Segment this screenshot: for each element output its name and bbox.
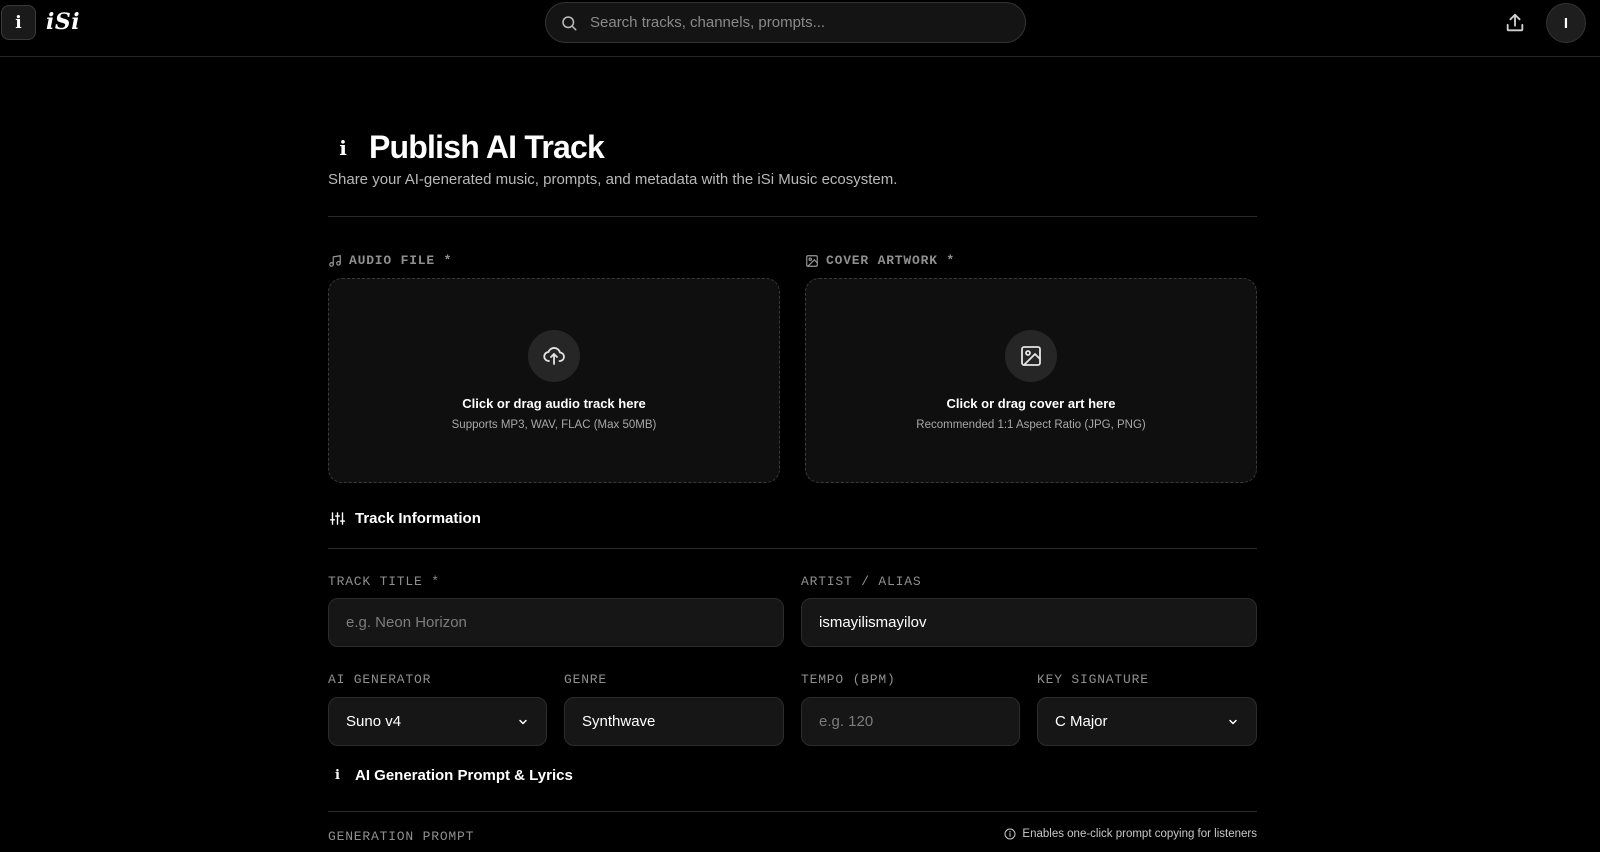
image-icon [806, 254, 818, 267]
artist-label: ARTIST / ALIAS [801, 574, 922, 589]
cover-dropzone-title: Click or drag cover art here [946, 396, 1116, 411]
logo-icon[interactable]: i [1, 5, 36, 40]
track-title-input[interactable] [346, 614, 766, 631]
genre-field[interactable]: Synthwave [564, 697, 784, 746]
info-icon [1004, 828, 1016, 840]
brand-i-icon: i [335, 768, 340, 783]
key-signature-select[interactable]: C Major [1037, 697, 1257, 746]
cover-artwork-label: COVER ARTWORK * [805, 253, 955, 268]
ai-generator-select[interactable]: Suno v4 [328, 697, 547, 746]
key-signature-label: KEY SIGNATURE [1037, 672, 1149, 687]
tempo-input[interactable] [819, 713, 1002, 730]
audio-dropzone-subtitle: Supports MP3, WAV, FLAC (Max 50MB) [451, 419, 657, 431]
track-info-heading: Track Information [330, 510, 481, 527]
key-signature-value: C Major [1055, 713, 1108, 730]
artist-field[interactable]: ismayilismayilov [801, 598, 1257, 647]
audio-dropzone[interactable]: Click or drag audio track here Supports … [328, 278, 780, 483]
cover-dropzone[interactable]: Click or drag cover art here Recommended… [805, 278, 1257, 483]
genre-label: GENRE [564, 672, 608, 687]
artist-value: ismayilismayilov [819, 614, 927, 631]
upload-icon [1506, 13, 1524, 32]
cloud-upload-icon [528, 330, 580, 382]
chevron-down-icon [1229, 719, 1237, 724]
prompt-hint: Enables one-click prompt copying for lis… [1004, 828, 1257, 840]
search-icon [562, 15, 577, 30]
logo-text[interactable]: iSi [46, 9, 80, 35]
cover-dropzone-subtitle: Recommended 1:1 Aspect Ratio (JPG, PNG) [916, 419, 1146, 431]
divider [328, 216, 1257, 217]
upload-button[interactable] [1500, 8, 1530, 38]
divider [328, 811, 1257, 812]
image-upload-icon [1005, 330, 1057, 382]
ai-generator-label: AI GENERATOR [328, 672, 432, 687]
chevron-down-icon [519, 719, 527, 724]
audio-dropzone-title: Click or drag audio track here [462, 396, 646, 411]
top-bar: i iSi I [0, 0, 1600, 57]
search-bar[interactable] [545, 2, 1026, 43]
page-subtitle: Share your AI-generated music, prompts, … [328, 171, 898, 188]
genre-value: Synthwave [582, 713, 656, 730]
music-note-icon [329, 254, 341, 267]
track-title-field[interactable] [328, 598, 784, 647]
track-title-label: TRACK TITLE * [328, 574, 440, 589]
divider [328, 548, 1257, 549]
generation-prompt-label: GENERATION PROMPT [328, 829, 475, 844]
ai-generator-value: Suno v4 [346, 713, 402, 730]
audio-file-label: AUDIO FILE * [328, 253, 452, 268]
page-title-row: i Publish AI Track [328, 129, 605, 166]
tempo-field[interactable] [801, 697, 1020, 746]
page-title: Publish AI Track [369, 129, 605, 165]
prompt-section-heading: i AI Generation Prompt & Lyrics [330, 767, 573, 784]
search-input[interactable] [590, 14, 990, 31]
brand-i-icon: i [339, 135, 347, 160]
avatar[interactable]: I [1546, 3, 1586, 43]
tempo-label: TEMPO (BPM) [801, 672, 896, 687]
sliders-icon [330, 512, 345, 525]
